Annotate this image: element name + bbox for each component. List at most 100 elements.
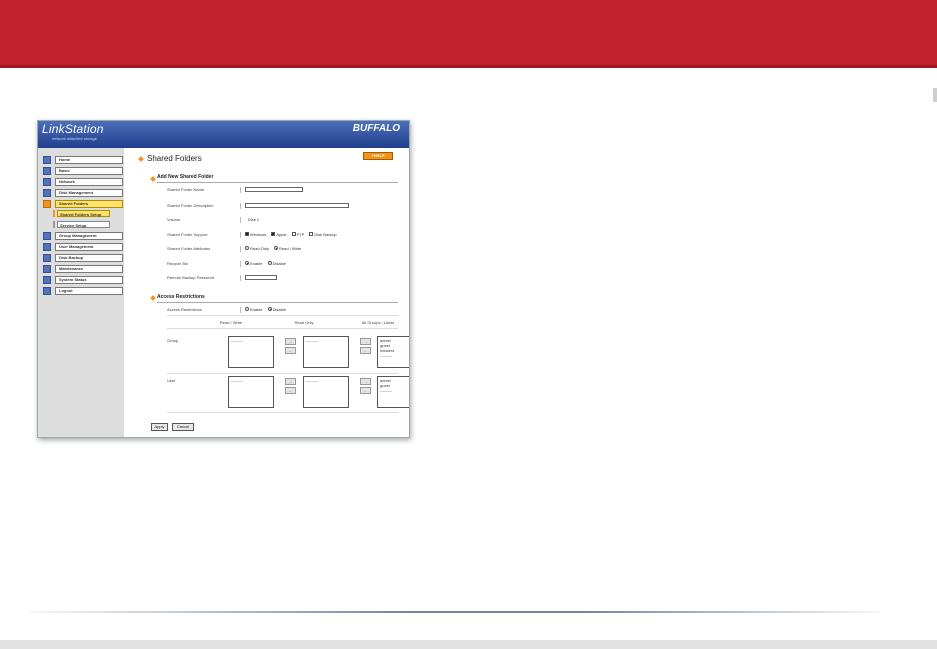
user-move-left-button[interactable]: ← (285, 387, 296, 394)
option-label: Disk Backup (314, 232, 337, 237)
support-apple[interactable]: Apple (271, 231, 287, 237)
sidebar-item-logout[interactable]: Logout (43, 287, 126, 295)
section-access-restrictions: Access Restrictions (157, 294, 205, 300)
bullet-icon (150, 295, 156, 301)
option-label: Disable (272, 261, 286, 266)
recycle-enable[interactable]: Enable (245, 260, 263, 266)
sidebar-subitem-service-setup[interactable]: Service Setup (53, 221, 111, 228)
option-label: Windows (250, 232, 267, 237)
list-item: --------- (231, 338, 243, 343)
group-move-right-button-2[interactable]: → (360, 338, 371, 345)
list-item: --------- (380, 353, 392, 358)
bullet-icon (138, 156, 144, 162)
backup-password-label: Remote Backup Password (167, 275, 215, 280)
cancel-button[interactable]: Cancel (172, 423, 194, 431)
group-row-label: Group (167, 338, 179, 343)
group-all-list[interactable]: admin guest hdusers --------- (377, 336, 409, 368)
read-write-radio[interactable] (274, 245, 279, 250)
support-disk-backup[interactable]: Disk Backup (309, 231, 337, 237)
disk-backup-checkbox[interactable] (309, 231, 314, 236)
linkstation-tagline: network attached storage (52, 136, 97, 141)
group-read-only-list[interactable]: --------- (303, 336, 349, 368)
apple-checkbox[interactable] (271, 231, 276, 236)
recycle-bin-label: Recycle Bin (167, 261, 189, 266)
status-icon (43, 276, 51, 284)
field-separator (240, 261, 241, 267)
apply-button[interactable]: Apply (151, 423, 168, 431)
sidebar-item-label: Network (55, 178, 123, 186)
sidebar-subitem-shared-folders-setup[interactable]: Shared Folders Setup (53, 210, 111, 217)
option-label: Enable (250, 307, 263, 312)
sidebar-item-group-management[interactable]: Group Management (43, 232, 126, 240)
sidebar-item-shared-folders[interactable]: Shared Folders (43, 200, 126, 208)
user-move-right-button-2[interactable]: → (360, 378, 371, 385)
field-separator (240, 232, 241, 238)
folder-icon (43, 200, 51, 208)
sidebar-subitem-label: Service Setup (57, 221, 110, 228)
marker (53, 221, 55, 228)
section-divider (157, 182, 398, 183)
group-icon (43, 232, 51, 240)
recycle-enable-radio[interactable] (245, 260, 249, 265)
sidebar-item-label: Disk Backup (55, 254, 123, 262)
linkstation-header: LinkStation network attached storage BUF… (38, 121, 409, 148)
user-row-label: User (167, 378, 176, 383)
list-item: --------- (306, 338, 318, 343)
user-read-write-list[interactable]: --------- (228, 376, 274, 408)
sidebar-item-disk-backup[interactable]: Disk Backup (43, 254, 126, 262)
sidebar-item-disk-management[interactable]: Disk Management (43, 189, 126, 197)
column-header-read-write: Read / Write (219, 320, 243, 325)
group-move-right-button[interactable]: → (285, 338, 296, 345)
recycle-disable-radio[interactable] (267, 260, 272, 265)
folder-description-label: Shared Folder Description (167, 203, 214, 208)
list-item: --------- (231, 378, 243, 383)
option-label: Disable (272, 307, 286, 312)
page-edge-tab (933, 88, 937, 102)
user-move-right-button[interactable]: → (285, 378, 296, 385)
support-windows[interactable]: Windows (245, 231, 267, 237)
sidebar-item-system-status[interactable]: System Status (43, 276, 126, 284)
field-separator (240, 246, 241, 252)
group-move-left-button-2[interactable]: ← (360, 347, 371, 354)
read-only-radio[interactable] (245, 245, 249, 250)
page-title: Shared Folders (147, 154, 202, 163)
help-button[interactable]: ?HELP (363, 152, 393, 160)
folder-name-input[interactable] (245, 187, 303, 192)
group-move-left-button[interactable]: ← (285, 347, 296, 354)
group-read-write-list[interactable]: --------- (228, 336, 274, 368)
backup-password-input[interactable] (245, 275, 277, 280)
user-all-list[interactable]: admin guest --------- (377, 376, 409, 408)
attr-read-write[interactable]: Read / Write (274, 245, 301, 251)
sidebar-item-basic[interactable]: Basic (43, 167, 126, 175)
user-icon (43, 243, 51, 251)
sidebar-item-label: Group Management (55, 232, 123, 240)
sidebar-item-network[interactable]: Network (43, 178, 126, 186)
access-disable-radio[interactable] (267, 306, 272, 311)
attr-read-only[interactable]: Read Only (245, 245, 269, 251)
folder-description-input[interactable] (245, 203, 349, 208)
windows-checkbox[interactable] (245, 231, 249, 236)
option-label: Read Only (250, 246, 269, 251)
sidebar-item-label: Disk Management (55, 189, 123, 197)
access-enable[interactable]: Enable (245, 306, 263, 312)
option-label: Enable (250, 261, 263, 266)
bullet-icon (150, 176, 156, 182)
sidebar-item-user-management[interactable]: User Management (43, 243, 126, 251)
sidebar-item-home[interactable]: Home (43, 156, 126, 164)
access-enable-radio[interactable] (245, 306, 249, 311)
recycle-disable[interactable]: Disable (267, 260, 286, 266)
list-item: --------- (380, 388, 392, 393)
sidebar-item-label: Basic (55, 167, 123, 175)
user-move-left-button-2[interactable]: ← (360, 387, 371, 394)
footer-strip (0, 640, 937, 649)
access-disable[interactable]: Disable (267, 306, 286, 312)
logout-icon (43, 287, 51, 295)
support-ftp[interactable]: FTP (291, 231, 304, 237)
sidebar: Home Basic Network Disk Management Share… (38, 148, 124, 437)
ftp-checkbox[interactable] (291, 231, 296, 236)
sidebar-item-maintenance[interactable]: Maintenance (43, 265, 126, 273)
user-read-only-list[interactable]: --------- (303, 376, 349, 408)
backup-icon (43, 254, 51, 262)
disk-icon (43, 189, 51, 197)
linkstation-logo: LinkStation (42, 122, 104, 136)
